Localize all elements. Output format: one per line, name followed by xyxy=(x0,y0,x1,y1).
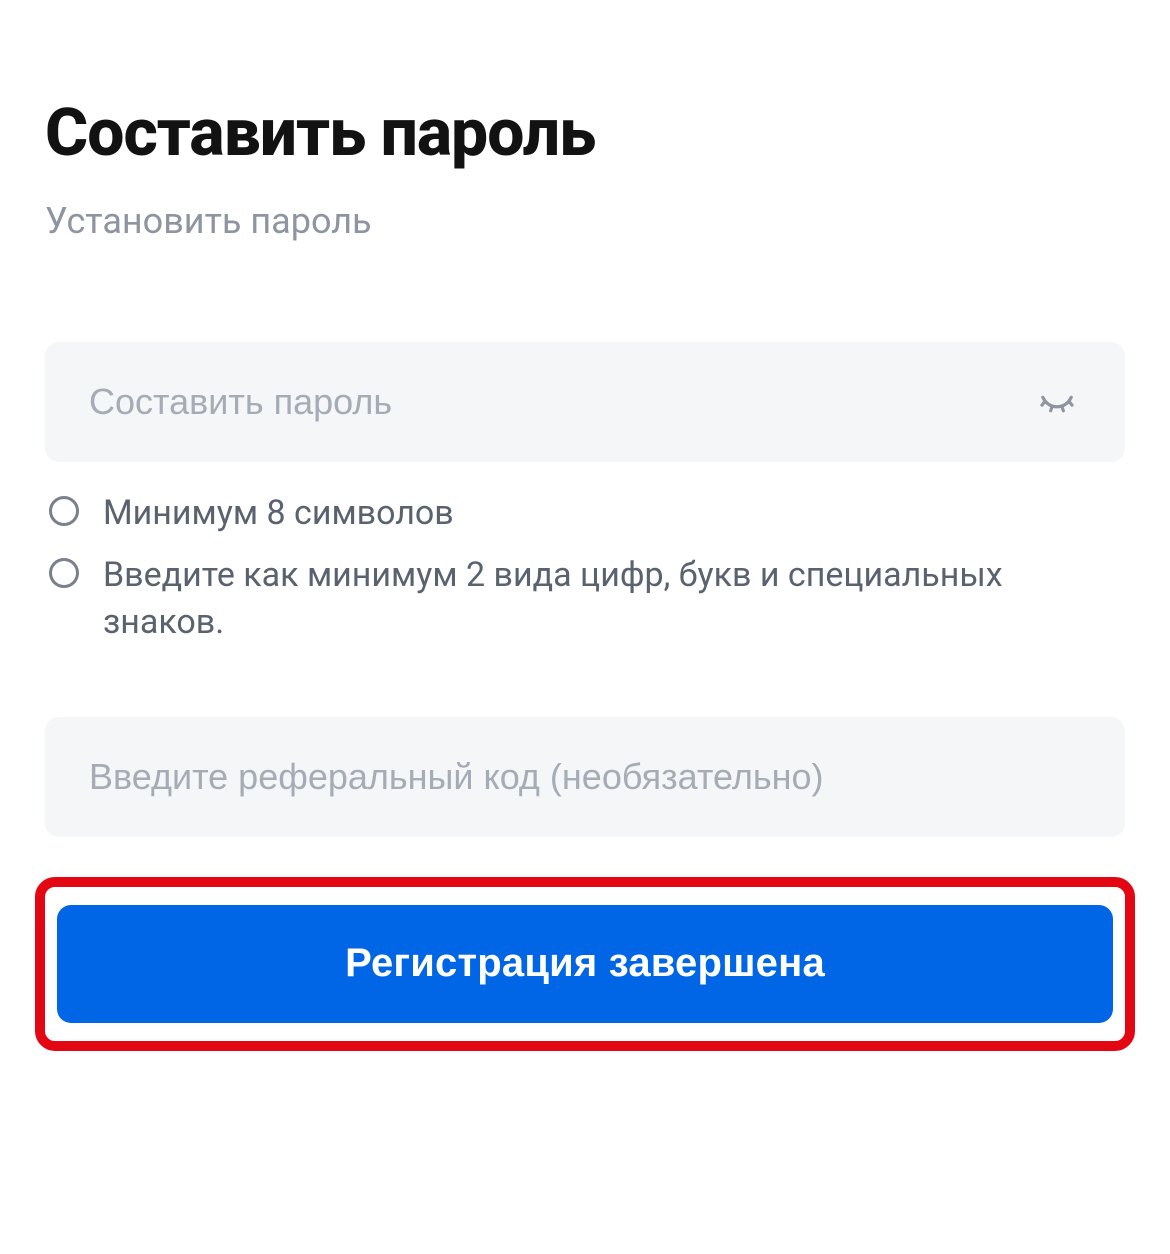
registration-password-screen: Составить пароль Установить пароль Миним… xyxy=(0,0,1170,1051)
page-title: Составить пароль xyxy=(45,95,1125,172)
password-input[interactable] xyxy=(89,342,1033,462)
referral-input-wrap xyxy=(45,717,1125,837)
referral-code-input[interactable] xyxy=(89,717,1081,837)
submit-highlight-box: Регистрация завершена xyxy=(35,877,1135,1051)
requirement-text: Минимум 8 символов xyxy=(103,490,454,538)
circle-unchecked-icon xyxy=(49,558,79,588)
complete-registration-button[interactable]: Регистрация завершена xyxy=(57,905,1113,1023)
requirement-item: Минимум 8 символов xyxy=(49,490,1125,538)
page-subtitle: Установить пароль xyxy=(45,200,1125,242)
password-requirements: Минимум 8 символов Введите как минимум 2… xyxy=(49,490,1125,647)
requirement-text: Введите как минимум 2 вида цифр, букв и … xyxy=(103,552,1125,647)
password-input-wrap xyxy=(45,342,1125,462)
circle-unchecked-icon xyxy=(49,496,79,526)
eye-closed-icon[interactable] xyxy=(1033,378,1081,426)
requirement-item: Введите как минимум 2 вида цифр, букв и … xyxy=(49,552,1125,647)
